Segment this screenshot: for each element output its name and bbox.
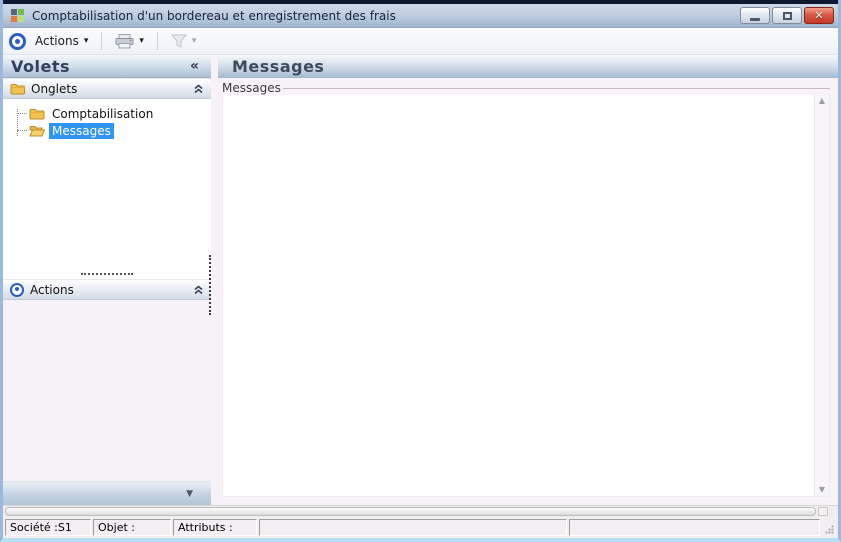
collapse-panel-icon[interactable]: «	[186, 58, 203, 74]
tree-item-messages[interactable]: Messages	[3, 122, 211, 139]
messages-groupbox: Messages ▲ ▼	[222, 81, 830, 497]
panel-bottom-bar: ▼	[3, 481, 211, 505]
main-panel-title: Messages	[232, 56, 325, 76]
tree-item-comptabilisation[interactable]: Comptabilisation	[3, 105, 211, 122]
section-label-actions: Actions	[30, 282, 74, 297]
tree-connector	[17, 130, 27, 131]
maximize-icon	[782, 11, 792, 20]
actions-menu-label: Actions	[35, 34, 79, 48]
window-title: Comptabilisation d'un bordereau et enreg…	[32, 8, 396, 23]
window-controls: ✕	[740, 7, 834, 24]
close-button[interactable]: ✕	[804, 7, 834, 24]
statusbar-cell-empty	[569, 519, 820, 536]
print-button[interactable]: ▾	[110, 32, 149, 51]
filter-icon	[170, 34, 187, 48]
maximize-button[interactable]	[772, 7, 802, 24]
tree-connector	[17, 113, 27, 114]
minimize-button[interactable]	[740, 7, 770, 24]
app-window: Comptabilisation d'un bordereau et enreg…	[0, 0, 841, 542]
splitter-dots	[81, 273, 133, 275]
printer-icon	[115, 33, 134, 48]
titlebar[interactable]: Comptabilisation d'un bordereau et enreg…	[3, 4, 838, 28]
app-icon	[11, 9, 24, 22]
toolbar-separator	[101, 32, 103, 50]
scroll-up-icon[interactable]: ▲	[819, 97, 825, 105]
groupbox-label: Messages	[222, 81, 281, 95]
open-folder-icon	[29, 125, 45, 136]
statusbar-cell-empty	[259, 519, 567, 536]
toolbar-separator	[156, 32, 158, 50]
main-panel-header: Messages	[218, 55, 838, 78]
onglets-tree: Comptabilisation Messages	[3, 99, 211, 269]
actions-section-body	[3, 300, 211, 481]
volets-panel: Volets « Onglets Comptabilisation Messag…	[3, 55, 211, 505]
actions-target-icon	[10, 282, 24, 297]
section-label-onglets: Onglets	[31, 81, 78, 96]
statusbar-objet: Objet :	[93, 519, 171, 536]
panel-resize-line	[209, 255, 211, 315]
chevron-down-icon: ▾	[191, 35, 197, 46]
actions-menu-button[interactable]: Actions ▾	[30, 32, 93, 50]
close-icon: ✕	[814, 9, 824, 22]
messages-list-area[interactable]: ▲ ▼	[222, 95, 830, 497]
folder-icon	[10, 83, 25, 94]
section-header-actions[interactable]: Actions	[3, 279, 211, 300]
statusbar-societe: Société :S1	[5, 519, 91, 536]
panel-vertical-splitter[interactable]	[211, 55, 218, 505]
volets-panel-title: Volets	[11, 56, 71, 76]
chevron-down-icon: ▾	[83, 35, 89, 46]
actions-target-icon[interactable]	[9, 32, 26, 50]
chevron-double-up-icon[interactable]	[193, 284, 204, 295]
minimize-icon	[750, 17, 760, 21]
main-content: Messages ▲ ▼	[218, 78, 838, 505]
tree-item-label: Messages	[49, 122, 114, 139]
scroll-down-icon[interactable]: ▼	[819, 486, 825, 494]
horizontal-scrollbar-thumb[interactable]	[5, 507, 816, 516]
main-panel: Messages Messages ▲ ▼	[218, 55, 838, 505]
resize-grip-icon[interactable]	[822, 519, 836, 536]
scroll-down-icon[interactable]: ▼	[186, 489, 193, 499]
folder-icon	[29, 108, 45, 119]
chevron-down-icon: ▾	[139, 35, 144, 46]
tree-item-label: Comptabilisation	[52, 106, 154, 121]
toolbar: Actions ▾ ▾ ▾	[3, 28, 838, 55]
tree-connector	[17, 109, 18, 136]
section-header-onglets[interactable]: Onglets	[3, 78, 211, 99]
volets-panel-header: Volets «	[3, 55, 211, 78]
statusbar: Société :S1 Objet : Attributs :	[3, 517, 838, 538]
vertical-scrollbar[interactable]: ▲ ▼	[814, 95, 829, 496]
client-area: Volets « Onglets Comptabilisation Messag…	[3, 55, 838, 505]
statusbar-attributs: Attributs :	[173, 519, 257, 536]
groupbox-rule	[282, 88, 830, 89]
scrollbar-corner	[818, 507, 828, 516]
panel-splitter-handle[interactable]	[3, 255, 211, 315]
horizontal-scrollbar[interactable]	[3, 505, 838, 517]
chevron-double-up-icon[interactable]	[193, 83, 204, 94]
filter-button[interactable]: ▾	[166, 32, 202, 50]
groupbox-label-row: Messages	[222, 81, 830, 95]
